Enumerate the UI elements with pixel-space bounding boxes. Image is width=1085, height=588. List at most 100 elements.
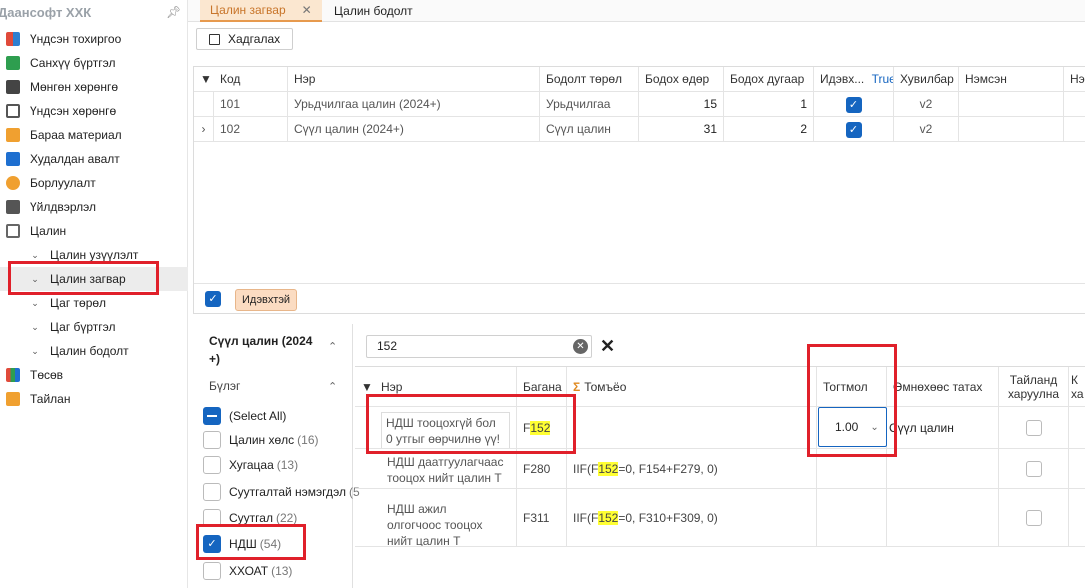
col-header-number[interactable]: Бодох дугаар (724, 67, 814, 92)
group-filter-panel: Сүүл цалин (2024 +) ⌃ Бүлэг ⌃ (Select Al… (193, 324, 360, 588)
sidebar-subitem-salary-calc[interactable]: ⌄ Цалин бодолт (0, 339, 188, 363)
col-header-column[interactable]: Багана (517, 367, 567, 407)
col-header-version[interactable]: Хувилбар (894, 67, 959, 92)
cart-icon (6, 176, 20, 190)
sidebar-item-report[interactable]: Тайлан (0, 387, 188, 411)
sidebar-item-fixed-assets[interactable]: Үндсэн хөрөнгө (0, 99, 188, 123)
chevron-down-icon: ⌄ (31, 297, 39, 308)
sidebar: Даансофт ХХК 📌︎ Үндсэн тохиргоо Санхүү б… (0, 0, 188, 588)
sidebar-subitem-salary-template[interactable]: ⌄ Цалин загвар (0, 267, 188, 291)
sidebar-item-label: Худалдан авалт (30, 152, 120, 166)
grid-header: ▼ Код Нэр Бодолт төрөл Бодох өдөр Бодох … (194, 67, 1085, 92)
cell-active[interactable]: ✓ (814, 92, 894, 117)
sidebar-item-cash[interactable]: Мөнгөн хөрөнгө (0, 75, 188, 99)
filter-item[interactable]: Цалин хөлс (16) (203, 429, 319, 451)
chevron-up-icon[interactable]: ⌃ (328, 340, 337, 353)
col-header-active-label: Идэвх... (820, 72, 865, 86)
close-icon[interactable]: ✕ (600, 336, 615, 356)
checkbox-unchecked[interactable] (203, 509, 221, 527)
cell-name-text: НДШ ажил олгогчоос тооцох нийт цалин Т (387, 502, 483, 547)
constant-input[interactable]: 1.00 ⌄ (818, 407, 887, 447)
cell-column: F280 (517, 449, 567, 489)
search-input[interactable]: 152 (366, 335, 592, 358)
chevron-down-icon: ⌄ (31, 273, 39, 284)
filter-item[interactable]: ХХОАТ (13) (203, 560, 292, 582)
col-header-more[interactable]: Нэ (1064, 67, 1085, 92)
cell-formula (567, 407, 817, 449)
save-icon (209, 33, 220, 45)
col-header-type[interactable]: Бодолт төрөл (540, 67, 639, 92)
filter-item-count: (54) (259, 537, 282, 551)
filter-item-count: (22) (275, 511, 298, 525)
sigma-icon: Σ (573, 379, 581, 394)
filter-footer: ✓ Идэвхтэй (194, 283, 1085, 315)
col-header-more[interactable]: К ха (1069, 367, 1085, 407)
checkbox-checked[interactable]: ✓ (845, 96, 862, 113)
table-row[interactable]: 101 Урьдчилгаа цалин (2024+) Урьдчилгаа … (194, 92, 1085, 117)
sidebar-item-payroll[interactable]: Цалин (0, 219, 188, 243)
cell-prev (887, 489, 999, 547)
filter-item[interactable]: Суутгалтай нэмэгдэл (5 (203, 481, 360, 503)
col-header-added[interactable]: Нэмсэн (959, 67, 1064, 92)
checkbox-unchecked[interactable] (203, 431, 221, 449)
checkbox-unchecked[interactable] (203, 483, 221, 501)
box-icon (6, 128, 20, 142)
col-header-name[interactable]: Нэр (375, 367, 517, 407)
sidebar-item-inventory[interactable]: Бараа материал (0, 123, 188, 147)
clear-search-icon[interactable]: ✕ (573, 339, 588, 354)
checkbox-checked[interactable]: ✓ (203, 535, 221, 553)
filter-item[interactable]: Суутгал (22) (203, 507, 297, 529)
sidebar-subitem-salary-indicator[interactable]: ⌄ Цалин узүүлэлт (0, 243, 188, 267)
chevron-down-icon[interactable]: ⌄ (870, 422, 878, 433)
cell-active[interactable]: ✓ (814, 117, 894, 142)
sidebar-item-production[interactable]: Үйлдвэрлэл (0, 195, 188, 219)
save-button[interactable]: Хадгалах (196, 28, 293, 50)
table-row[interactable]: › 102 Сүүл цалин (2024+) Сүүл цалин 31 2… (194, 117, 1085, 142)
tab-salary-template[interactable]: Цалин загвар ✕ (200, 0, 322, 22)
sidebar-subitem-time-record[interactable]: ⌄ Цаг бүртгэл (0, 315, 188, 339)
col-header-name[interactable]: Нэр (288, 67, 540, 92)
tab-salary-calc[interactable]: Цалин бодолт (324, 0, 423, 22)
chevron-up-icon[interactable]: ⌃ (328, 380, 337, 393)
col-header-code[interactable]: Код (214, 67, 288, 92)
col-header-report[interactable]: Тайланд харуулна (999, 367, 1069, 407)
sidebar-item-budget[interactable]: Төсөв (0, 363, 188, 387)
cell-report[interactable] (999, 449, 1069, 489)
checkbox-indeterminate[interactable] (203, 407, 221, 425)
pin-icon[interactable]: 📌︎ (166, 5, 181, 19)
checkbox-unchecked[interactable] (1025, 419, 1042, 436)
col-header-formula[interactable]: Σ Томъёо (567, 367, 817, 407)
filter-enable-checkbox[interactable]: ✓ (205, 291, 221, 307)
checkbox-unchecked[interactable] (203, 562, 221, 580)
checkbox-checked[interactable]: ✓ (845, 121, 862, 138)
sidebar-item-sales[interactable]: Борлуулалт (0, 171, 188, 195)
filter-icon[interactable]: ▼ (355, 367, 375, 407)
filter-item[interactable]: Хугацаа (13) (203, 454, 298, 476)
indicator-grid: ▼ Нэр Багана Σ Томъёо Тогтмол Өмнөхөөс т… (355, 366, 1085, 588)
close-icon[interactable]: ✕ (302, 3, 312, 17)
filter-tag[interactable]: Идэвхтэй (235, 289, 298, 311)
filter-item-label: Цалин хөлс (229, 433, 295, 447)
col-header-active[interactable]: Идэвх... True (814, 67, 894, 92)
chevron-down-icon: ⌄ (31, 249, 39, 260)
filter-icon[interactable]: ▼ (194, 67, 214, 92)
factory-icon (6, 200, 20, 214)
money-icon (6, 80, 20, 94)
col-header-constant[interactable]: Тогтмол (817, 367, 887, 407)
checkbox-unchecked[interactable] (1025, 509, 1042, 526)
col-header-day[interactable]: Бодох өдөр (639, 67, 724, 92)
filter-item-ndsh[interactable]: ✓ НДШ (54) (203, 533, 281, 555)
checkbox-unchecked[interactable] (1025, 460, 1042, 477)
constant-value: 1.00 (835, 420, 859, 434)
col-header-prev[interactable]: Өмнөхөөс татах (887, 367, 999, 407)
checkbox-unchecked[interactable] (203, 456, 221, 474)
sidebar-item-finance[interactable]: Санхүү бүртгэл (0, 51, 188, 75)
filter-item-select-all[interactable]: (Select All) (203, 405, 286, 427)
cell-report[interactable] (999, 407, 1069, 449)
sidebar-item-purchase[interactable]: Худалдан авалт (0, 147, 188, 171)
cell-name-text: НДШ тооцохгүй бол 0 утгыг өөрчилнө үү! (381, 412, 510, 448)
sidebar-subitem-time-type[interactable]: ⌄ Цаг төрөл (0, 291, 188, 315)
row-expand-icon[interactable]: › (194, 117, 214, 142)
sidebar-item-settings[interactable]: Үндсэн тохиргоо (0, 27, 188, 51)
cell-report[interactable] (999, 489, 1069, 547)
